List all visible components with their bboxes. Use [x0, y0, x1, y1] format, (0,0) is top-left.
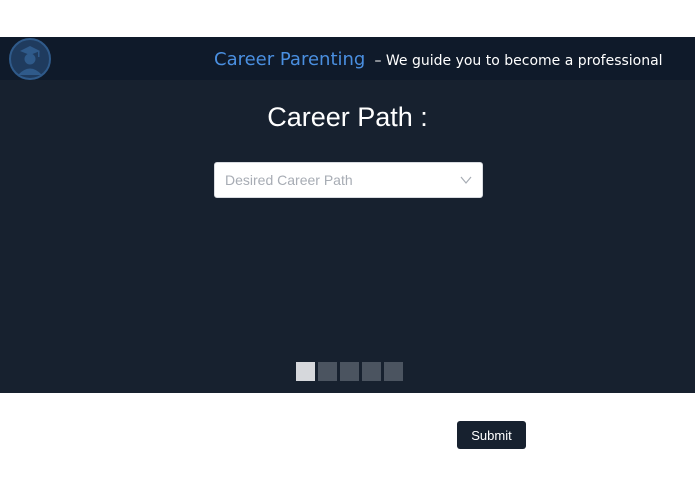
chevron-down-icon [460, 176, 472, 184]
page-title: Career Path : [267, 102, 428, 132]
step-dot-3[interactable] [340, 362, 359, 381]
select-placeholder: Desired Career Path [225, 172, 353, 188]
graduate-icon[interactable] [7, 38, 53, 80]
tagline: – We guide you to become a professional [374, 53, 663, 69]
step-dot-4[interactable] [362, 362, 381, 381]
career-path-select[interactable]: Desired Career Path [214, 162, 483, 198]
top-spacer [0, 0, 695, 37]
header-bar: Career Parenting – We guide you to becom… [0, 37, 695, 80]
header-title: Career Parenting – We guide you to becom… [214, 49, 663, 70]
step-pager [296, 362, 403, 381]
step-dot-1[interactable] [296, 362, 315, 381]
brand-name[interactable]: Career Parenting [214, 49, 365, 70]
step-dot-5[interactable] [384, 362, 403, 381]
main-panel: Career Path : Desired Career Path [0, 80, 695, 393]
step-dot-2[interactable] [318, 362, 337, 381]
submit-button[interactable]: Submit [457, 421, 526, 449]
